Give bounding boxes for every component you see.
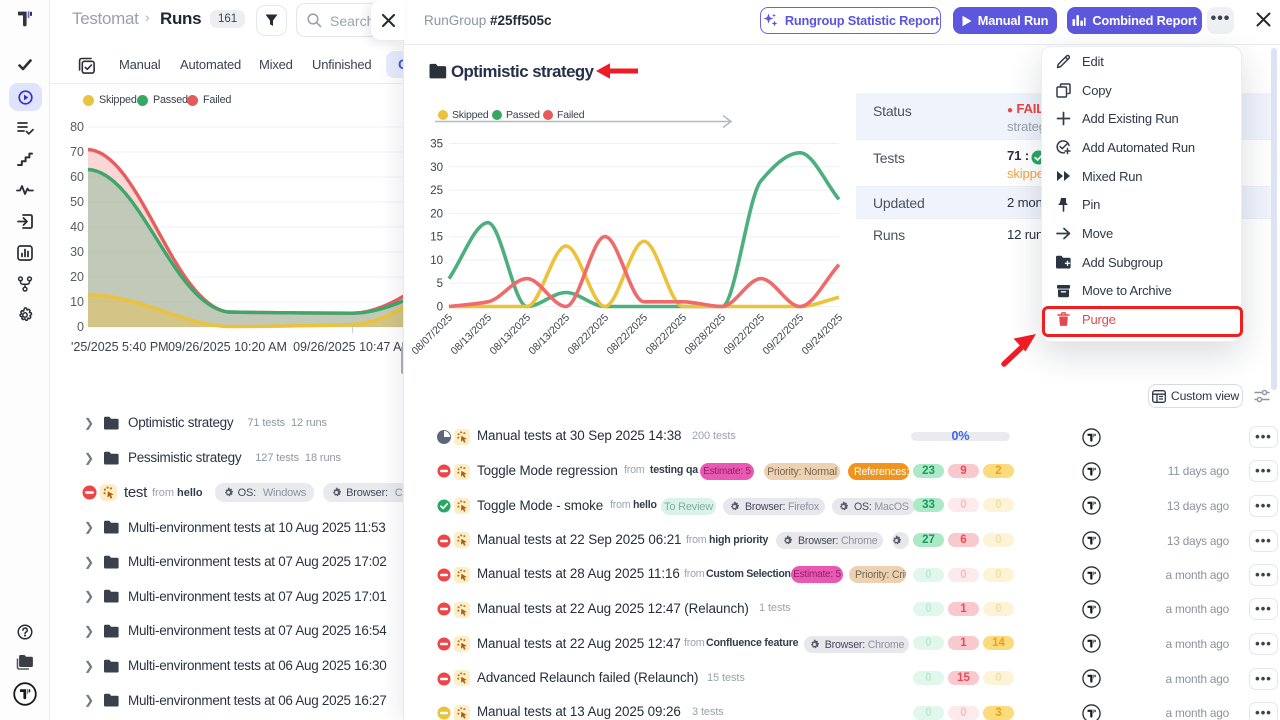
svg-text:50: 50	[70, 195, 84, 209]
svg-text:09/24/2025: 09/24/2025	[799, 312, 845, 358]
svg-text:25: 25	[430, 185, 443, 197]
svg-text:08/22/2025: 08/22/2025	[565, 312, 611, 358]
svg-text:0: 0	[437, 302, 443, 314]
svg-text:5: 5	[437, 278, 443, 290]
svg-text:10: 10	[430, 255, 443, 267]
svg-text:30: 30	[70, 245, 84, 259]
svg-text:08/22/2025: 08/22/2025	[643, 312, 689, 358]
svg-text:70: 70	[70, 145, 84, 159]
svg-text:08/07/2025: 08/07/2025	[409, 312, 455, 358]
svg-text:30: 30	[430, 162, 443, 174]
svg-text:60: 60	[70, 170, 84, 184]
svg-text:10: 10	[70, 295, 84, 309]
svg-text:09/22/2025: 09/22/2025	[760, 312, 806, 358]
svg-text:09/26/2025 10:47 AM: 09/26/2025 10:47 AM	[293, 340, 410, 354]
svg-text:40: 40	[70, 220, 84, 234]
svg-text:35: 35	[430, 139, 443, 151]
svg-text:09/26/2025 10:20 AM: 09/26/2025 10:20 AM	[168, 340, 287, 354]
svg-text:08/13/2025: 08/13/2025	[526, 312, 572, 358]
svg-text:'25/2025 5:40 PM: '25/2025 5:40 PM	[71, 340, 169, 354]
svg-text:20: 20	[70, 270, 84, 284]
svg-text:08/13/2025: 08/13/2025	[448, 312, 494, 358]
svg-text:15: 15	[430, 232, 443, 244]
svg-text:09/22/2025: 09/22/2025	[721, 312, 767, 358]
svg-text:20: 20	[430, 208, 443, 220]
svg-text:0: 0	[77, 320, 84, 334]
svg-text:08/22/2025: 08/22/2025	[604, 312, 650, 358]
svg-text:80: 80	[70, 120, 84, 134]
svg-text:08/13/2025: 08/13/2025	[487, 312, 533, 358]
svg-text:08/28/2025: 08/28/2025	[682, 312, 728, 358]
